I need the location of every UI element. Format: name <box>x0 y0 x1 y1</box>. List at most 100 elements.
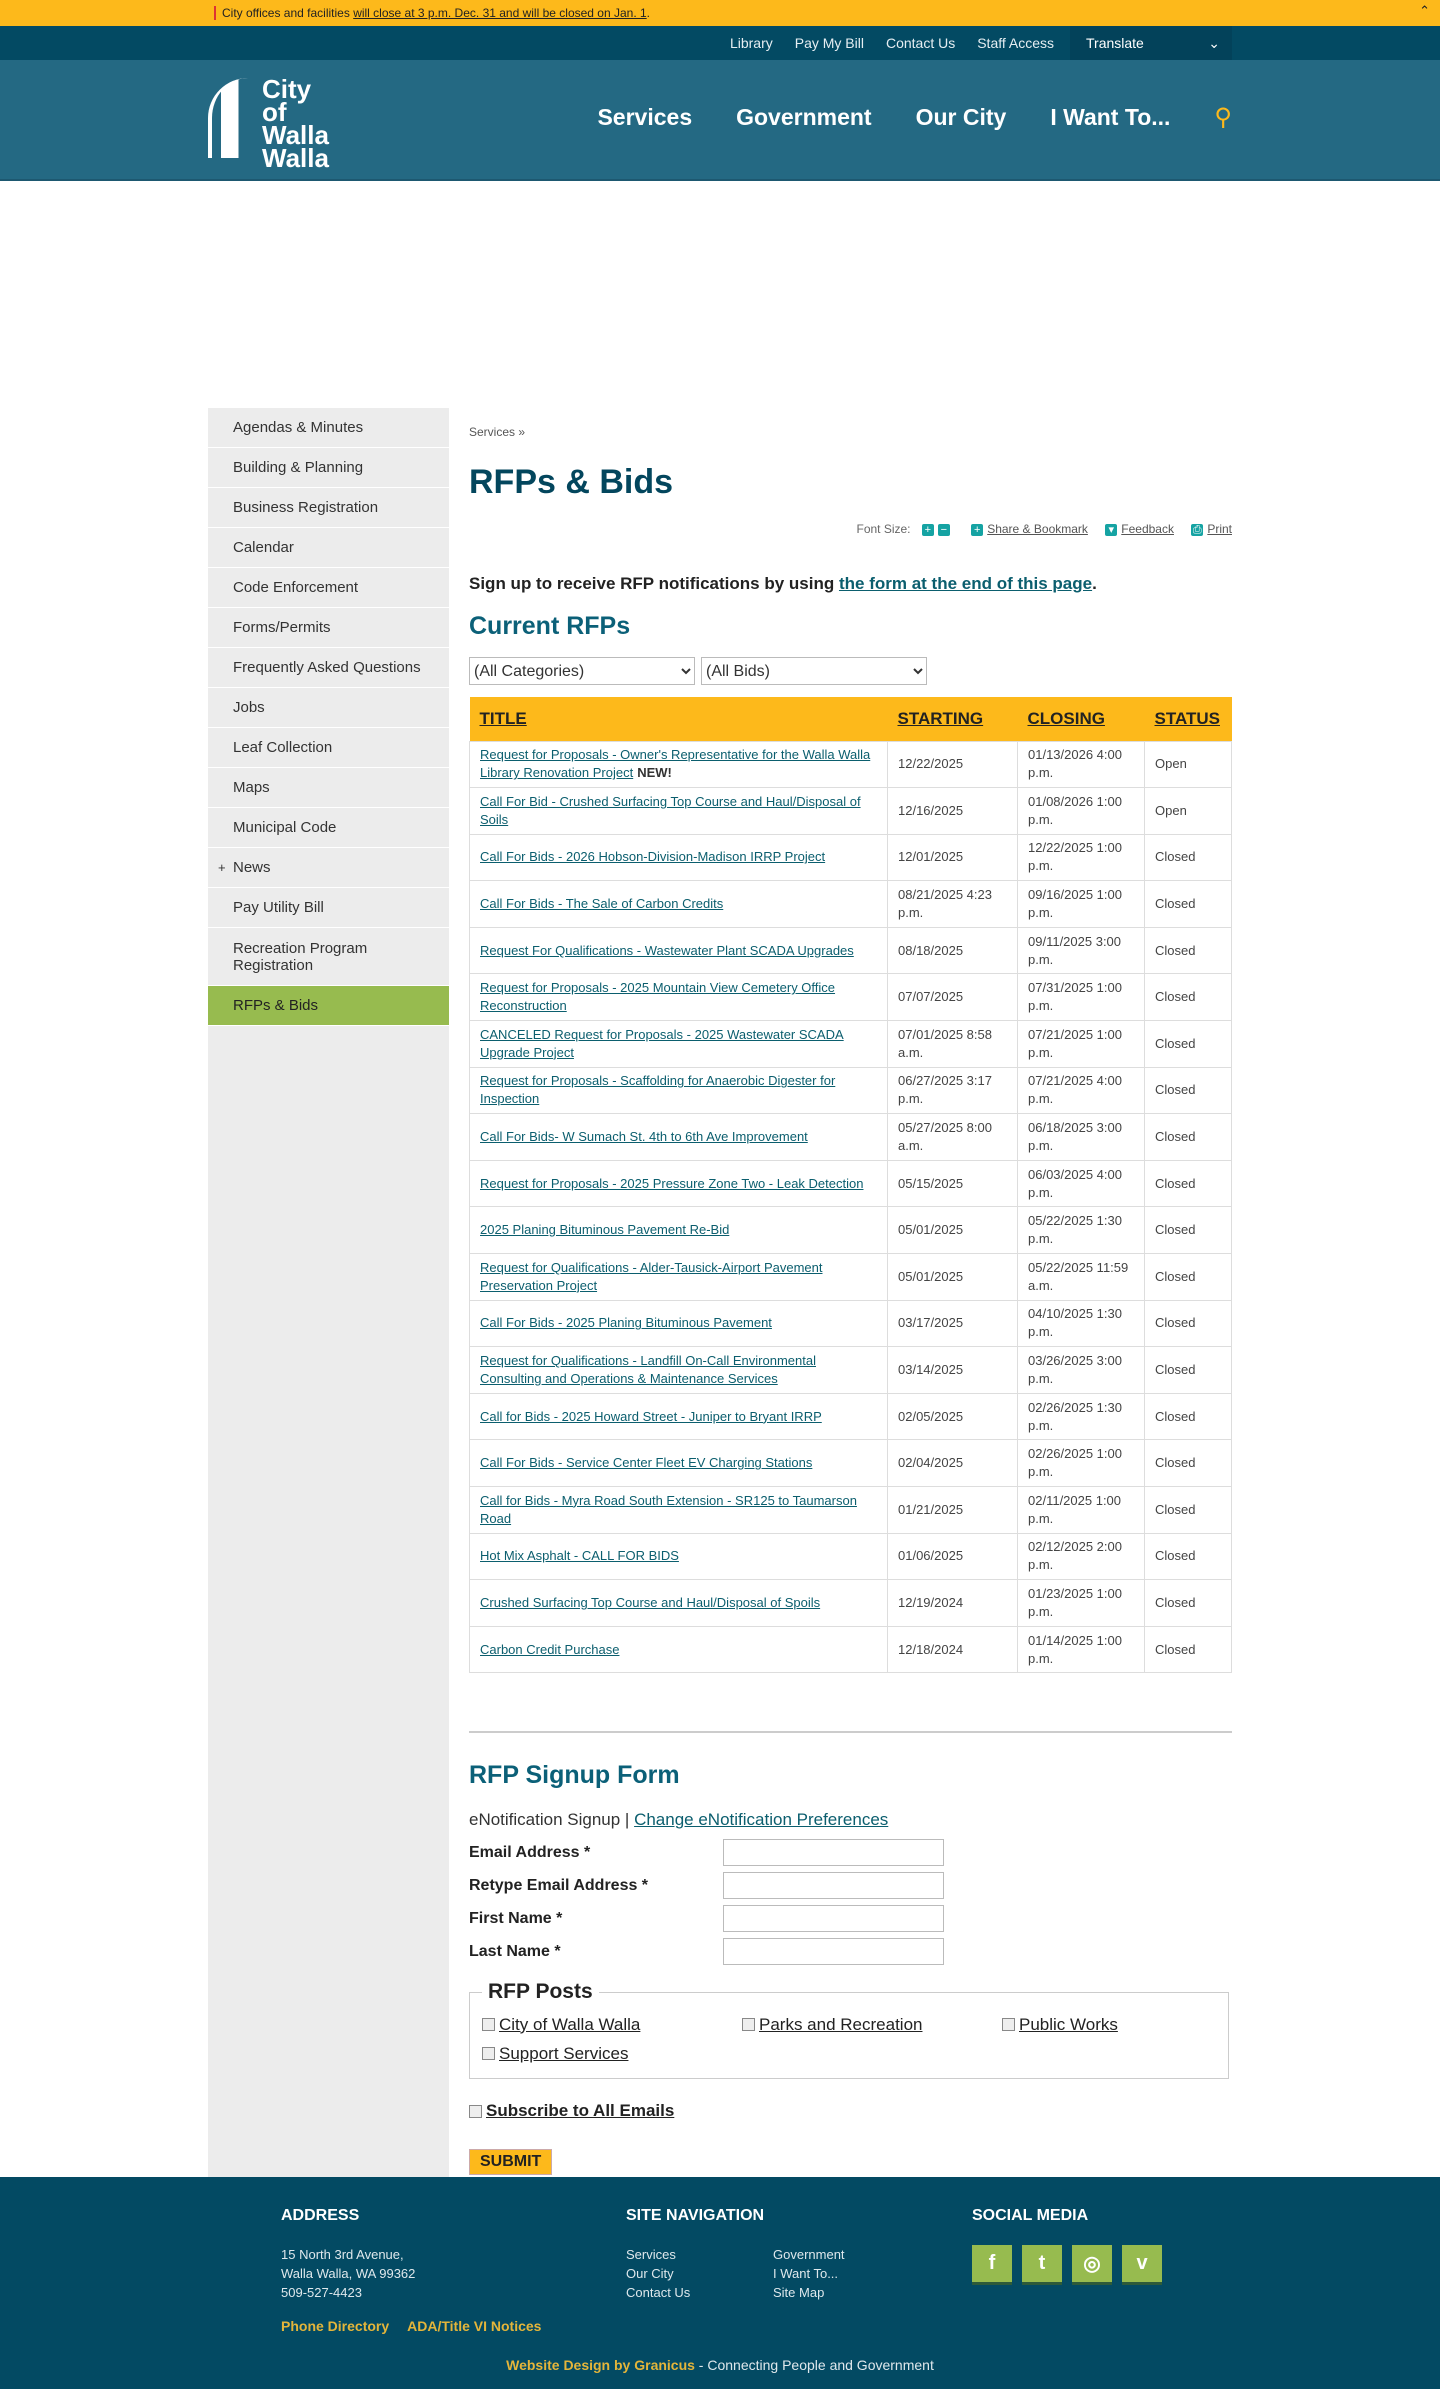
rfp-title-link[interactable]: Call for Bids - 2025 Howard Street - Jun… <box>480 1409 822 1424</box>
twitter-icon[interactable]: t <box>1022 2245 1062 2285</box>
subscribe-all-checkbox[interactable] <box>469 2104 482 2118</box>
table-cell: 02/05/2025 <box>887 1392 1018 1441</box>
footer-link-our-city[interactable]: Our City <box>626 2264 773 2283</box>
feedback-icon[interactable]: ▾ <box>1105 523 1118 536</box>
post-support-link[interactable]: Support Services <box>499 2044 628 2064</box>
sidebar-item[interactable]: Business Registration <box>208 488 449 528</box>
instagram-icon[interactable]: ◎ <box>1072 2245 1112 2285</box>
rfp-title-link[interactable]: Call For Bids - 2026 Hobson-Division-Mad… <box>480 849 825 864</box>
rfp-title-link[interactable]: Call For Bids - 2025 Planing Bituminous … <box>480 1315 772 1330</box>
nav-i-want-to[interactable]: I Want To... <box>1050 104 1170 131</box>
rfp-title-link[interactable]: Carbon Credit Purchase <box>480 1642 619 1657</box>
sidebar-item[interactable]: Maps <box>208 768 449 808</box>
sidebar-item[interactable]: Calendar <box>208 528 449 568</box>
breadcrumb[interactable]: Services » <box>469 425 1232 439</box>
rfp-title-link[interactable]: Call For Bids- W Sumach St. 4th to 6th A… <box>480 1129 808 1144</box>
alert-link[interactable]: will close at 3 p.m. Dec. 31 and will be… <box>353 6 646 20</box>
sidebar-item[interactable]: Agendas & Minutes <box>208 408 449 448</box>
utility-link-staff[interactable]: Staff Access <box>977 35 1054 51</box>
post-checkbox-public-works[interactable] <box>1002 2018 1015 2032</box>
change-preferences-link[interactable]: Change eNotification Preferences <box>634 1810 888 1829</box>
post-checkbox-parks[interactable] <box>742 2018 755 2032</box>
col-status[interactable]: STATUS <box>1144 697 1232 741</box>
footer-link-government[interactable]: Government <box>773 2245 873 2264</box>
col-starting-label[interactable]: STARTING <box>898 709 984 728</box>
print-link[interactable]: Print <box>1207 522 1232 536</box>
rfp-title-link[interactable]: Call For Bids - The Sale of Carbon Credi… <box>480 896 723 911</box>
share-bookmark-link[interactable]: Share & Bookmark <box>987 522 1088 536</box>
col-starting[interactable]: STARTING <box>887 697 1018 741</box>
rfp-title-link[interactable]: Request for Proposals - Owner's Represen… <box>480 747 870 780</box>
rfp-title-link[interactable]: Call for Bids - Myra Road South Extensio… <box>480 1493 857 1526</box>
vimeo-icon[interactable]: v <box>1122 2245 1162 2285</box>
feedback-link[interactable]: Feedback <box>1121 522 1174 536</box>
font-decrease-icon[interactable]: − <box>937 523 950 536</box>
sidebar-item[interactable]: RFPs & Bids <box>208 986 449 1026</box>
first-name-field[interactable] <box>723 1905 944 1933</box>
rfp-title-link[interactable]: Request for Proposals - Scaffolding for … <box>480 1073 835 1106</box>
sidebar-item[interactable]: Leaf Collection <box>208 728 449 768</box>
expand-icon[interactable]: + <box>218 859 226 876</box>
rfp-title-link[interactable]: Call For Bids - Service Center Fleet EV … <box>480 1455 812 1470</box>
subscribe-all-link[interactable]: Subscribe to All Emails <box>486 2101 674 2121</box>
rfp-title-link[interactable]: Request For Qualifications - Wastewater … <box>480 943 854 958</box>
share-icon[interactable]: + <box>971 523 984 536</box>
signup-form-link[interactable]: the form at the end of this page <box>839 574 1092 593</box>
col-closing-label[interactable]: CLOSING <box>1028 709 1105 728</box>
col-closing[interactable]: CLOSING <box>1017 697 1145 741</box>
rfp-title-link[interactable]: Crushed Surfacing Top Course and Haul/Di… <box>480 1595 820 1610</box>
nav-services[interactable]: Services <box>597 104 692 131</box>
sidebar-item[interactable]: Recreation Program Registration <box>208 928 449 986</box>
retype-email-field[interactable] <box>723 1872 944 1900</box>
rfp-title-link[interactable]: Call For Bid - Crushed Surfacing Top Cou… <box>480 794 861 827</box>
footer-link-i-want-to[interactable]: I Want To... <box>773 2264 873 2283</box>
phone-directory-link[interactable]: Phone Directory <box>281 2318 389 2334</box>
col-title-label[interactable]: TITLE <box>480 709 527 728</box>
post-parks-link[interactable]: Parks and Recreation <box>759 2015 922 2035</box>
translate-dropdown[interactable]: Translate ⌄ <box>1070 26 1232 60</box>
post-public-works-link[interactable]: Public Works <box>1019 2015 1118 2035</box>
rfp-title-link[interactable]: Request for Qualifications - Landfill On… <box>480 1353 816 1386</box>
bids-filter[interactable]: (All Bids) <box>701 657 927 685</box>
sidebar-item[interactable]: Jobs <box>208 688 449 728</box>
print-icon[interactable]: ⎙ <box>1191 523 1204 536</box>
footer-link-contact[interactable]: Contact Us <box>626 2283 773 2302</box>
email-field[interactable] <box>723 1839 944 1867</box>
col-title[interactable]: TITLE <box>469 697 888 741</box>
rfp-title-link[interactable]: Request for Proposals - 2025 Pressure Zo… <box>480 1176 863 1191</box>
nav-government[interactable]: Government <box>736 104 871 131</box>
city-logo[interactable]: City of Walla Walla <box>208 76 332 171</box>
rfp-title-link[interactable]: 2025 Planing Bituminous Pavement Re-Bid <box>480 1222 729 1237</box>
rfp-title-link[interactable]: Request for Proposals - 2025 Mountain Vi… <box>480 980 835 1013</box>
utility-link-pay-bill[interactable]: Pay My Bill <box>795 35 864 51</box>
font-increase-icon[interactable]: + <box>921 523 934 536</box>
col-status-label[interactable]: STATUS <box>1155 709 1220 728</box>
category-filter[interactable]: (All Categories) <box>469 657 695 685</box>
search-icon[interactable]: ⚲ <box>1214 103 1232 132</box>
table-row: Hot Mix Asphalt - CALL FOR BIDS 01/06/202… <box>469 1532 1232 1581</box>
rfp-title-link[interactable]: Request for Qualifications - Alder-Tausi… <box>480 1260 822 1293</box>
rfp-title-link[interactable]: Hot Mix Asphalt - CALL FOR BIDS <box>480 1548 679 1563</box>
sidebar-item[interactable]: Pay Utility Bill <box>208 888 449 928</box>
footer-link-site-map[interactable]: Site Map <box>773 2283 873 2302</box>
sidebar-item[interactable]: Forms/Permits <box>208 608 449 648</box>
granicus-link[interactable]: Website Design by Granicus <box>506 2357 695 2373</box>
sidebar-item[interactable]: Frequently Asked Questions <box>208 648 449 688</box>
collapse-alert-icon[interactable]: ⌃ <box>1419 3 1430 19</box>
utility-link-library[interactable]: Library <box>730 35 773 51</box>
post-city-link[interactable]: City of Walla Walla <box>499 2015 640 2035</box>
post-checkbox-support[interactable] <box>482 2047 495 2061</box>
ada-notices-link[interactable]: ADA/Title VI Notices <box>407 2318 541 2334</box>
rfp-title-link[interactable]: CANCELED Request for Proposals - 2025 Wa… <box>480 1027 844 1060</box>
sidebar-item[interactable]: Building & Planning <box>208 448 449 488</box>
utility-link-contact[interactable]: Contact Us <box>886 35 955 51</box>
sidebar-item[interactable]: Municipal Code <box>208 808 449 848</box>
last-name-field[interactable] <box>723 1938 944 1966</box>
nav-our-city[interactable]: Our City <box>916 104 1007 131</box>
post-checkbox-city[interactable] <box>482 2018 495 2032</box>
sidebar-item[interactable]: Code Enforcement <box>208 568 449 608</box>
sidebar-item[interactable]: + News <box>208 848 449 888</box>
footer-link-services[interactable]: Services <box>626 2245 773 2264</box>
facebook-icon[interactable]: f <box>972 2245 1012 2285</box>
submit-button[interactable]: SUBMIT <box>469 2149 553 2176</box>
